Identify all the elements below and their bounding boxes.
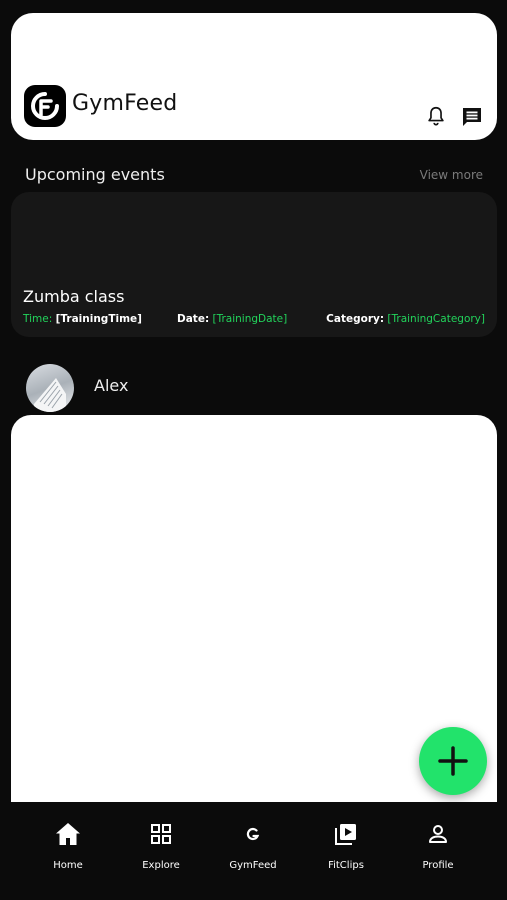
event-category-label: Category:	[326, 313, 385, 325]
nav-item-fitclips[interactable]: FitClips	[306, 820, 386, 871]
plus-icon	[438, 746, 468, 776]
nav-label-profile: Profile	[422, 860, 454, 871]
bell-icon[interactable]	[425, 105, 447, 127]
person-icon	[429, 825, 447, 843]
event-time: Time: [TrainingTime]	[23, 313, 142, 325]
add-post-button[interactable]	[419, 727, 487, 795]
nav-label-explore: Explore	[142, 860, 180, 871]
nav-label-home: Home	[53, 860, 83, 871]
chat-icon[interactable]	[460, 105, 482, 127]
avatar[interactable]	[26, 364, 74, 412]
post-author-name[interactable]: Alex	[94, 376, 128, 395]
view-more-link[interactable]: View more	[420, 168, 483, 182]
app-header: GymFeed	[11, 13, 497, 140]
nav-item-profile[interactable]: Profile	[398, 820, 478, 871]
video-library-icon	[335, 824, 356, 845]
event-time-label: Time:	[23, 313, 53, 325]
nav-item-home[interactable]: Home	[28, 820, 108, 871]
nav-item-gymfeed[interactable]: GymFeed	[213, 820, 293, 871]
event-title: Zumba class	[23, 287, 125, 306]
event-time-value: [TrainingTime]	[55, 313, 142, 325]
grid-icon	[151, 824, 171, 844]
nav-item-explore[interactable]: Explore	[121, 820, 201, 871]
event-category-value: [TrainingCategory]	[387, 313, 485, 325]
nav-label-gymfeed: GymFeed	[229, 860, 277, 871]
app-title: GymFeed	[72, 91, 178, 116]
event-date-value: [TrainingDate]	[212, 313, 288, 325]
upcoming-events-title: Upcoming events	[25, 165, 165, 184]
event-card[interactable]: Zumba class Time: [TrainingTime] Date: […	[11, 192, 497, 337]
home-icon	[56, 823, 80, 845]
gymfeed-logo-icon	[24, 85, 66, 127]
event-category: Category: [TrainingCategory]	[326, 313, 485, 325]
event-date: Date: [TrainingDate]	[177, 313, 287, 325]
nav-label-fitclips: FitClips	[328, 860, 364, 871]
bottom-navigation: Home Explore GymFeed FitClips Profile	[0, 802, 507, 900]
g-letter-icon	[246, 827, 260, 841]
event-date-label: Date:	[177, 313, 210, 325]
